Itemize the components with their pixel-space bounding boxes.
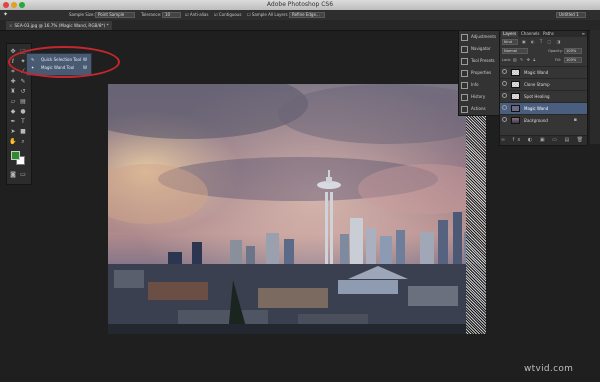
properties-icon bbox=[461, 69, 468, 77]
sample-all-layers-checkbox[interactable]: ☐ Sample All Layers bbox=[247, 10, 288, 20]
collapsed-panel-dock: Adjustments Navigator Tool Presets Prope… bbox=[458, 30, 500, 116]
layer-name: Clone Stamp bbox=[524, 82, 550, 87]
panel-tool-presets[interactable]: Tool Presets bbox=[461, 56, 499, 65]
layer-row[interactable]: Clone Stamp bbox=[500, 78, 587, 90]
anti-alias-checkbox[interactable]: ☑ Anti-alias bbox=[185, 10, 208, 20]
actions-icon bbox=[461, 105, 468, 113]
panel-navigator-label: Navigator bbox=[471, 46, 491, 51]
layer-row-selected[interactable]: Magic Wand bbox=[500, 102, 587, 114]
panel-properties[interactable]: Properties bbox=[461, 68, 499, 77]
layer-thumbnail bbox=[511, 69, 520, 76]
layer-thumbnail bbox=[511, 93, 520, 100]
panel-actions[interactable]: Actions bbox=[461, 104, 499, 113]
seattle-skyline-photo bbox=[108, 84, 486, 334]
sample-size-select[interactable]: Point Sample bbox=[95, 12, 135, 18]
blur-tool-icon[interactable]: ◆ bbox=[9, 108, 17, 115]
visibility-eye-icon[interactable] bbox=[502, 93, 507, 98]
opacity-label: Opacity: bbox=[548, 49, 563, 53]
panel-adjustments-label: Adjustments bbox=[471, 34, 497, 39]
layers-footer-icons[interactable]: ∞ fx ◐ ▣ ▭ ▤ 🗑︎ bbox=[500, 135, 587, 145]
gradient-tool-icon[interactable]: ▤ bbox=[19, 98, 27, 105]
layer-row[interactable]: Spot Healing bbox=[500, 90, 587, 102]
marching-ants-selection bbox=[466, 110, 486, 334]
panel-menu-icon[interactable]: ≡ bbox=[582, 31, 585, 37]
brush-tool-icon[interactable]: ✎ bbox=[19, 78, 27, 85]
contiguous-label: Contiguous bbox=[218, 12, 242, 17]
sample-all-layers-label: Sample All Layers bbox=[251, 12, 288, 17]
clone-stamp-tool-icon[interactable]: ♜ bbox=[9, 88, 17, 95]
tab-channels[interactable]: Channels bbox=[519, 31, 542, 37]
navigator-icon bbox=[461, 45, 468, 53]
document-tab-label: SEA-03.jpg @ 16.7% (Magic Wand, RGB/8*) … bbox=[14, 23, 109, 28]
lock-icons[interactable]: ▨ ✎ ✥ 🔒︎ bbox=[513, 57, 536, 63]
history-icon bbox=[461, 93, 468, 101]
highlight-circle bbox=[8, 46, 120, 78]
tolerance-label: Tolerance: bbox=[141, 12, 162, 17]
fill-input[interactable]: 100% bbox=[564, 57, 582, 63]
layer-row[interactable]: Background ▪ bbox=[500, 114, 587, 126]
fill-label: Fill: bbox=[555, 58, 562, 62]
visibility-eye-icon[interactable] bbox=[502, 117, 507, 122]
close-tab-icon[interactable]: × bbox=[9, 23, 13, 28]
dodge-tool-icon[interactable]: ● bbox=[19, 108, 27, 115]
blend-mode-select[interactable]: Normal bbox=[502, 48, 528, 54]
quick-mask-icon[interactable]: ◙ bbox=[9, 171, 17, 178]
layers-panel: Layers Channels Paths ≡ Kind ▣ ◐ T ▢ ◨ N… bbox=[499, 30, 588, 146]
panel-adjustments[interactable]: Adjustments bbox=[461, 32, 499, 41]
lock-icon: ▪ bbox=[573, 117, 577, 123]
layer-name: Magic Wand bbox=[524, 106, 549, 111]
panel-history[interactable]: History bbox=[461, 92, 499, 101]
layer-thumbnail bbox=[511, 117, 520, 124]
type-tool-icon[interactable]: T bbox=[19, 118, 27, 125]
hand-tool-icon[interactable]: ✋ bbox=[9, 138, 17, 145]
magic-wand-icon[interactable]: ✦ bbox=[3, 10, 8, 20]
layer-row[interactable]: Magic Wand bbox=[500, 66, 587, 78]
contiguous-checkbox[interactable]: ☑ Contiguous bbox=[214, 10, 241, 20]
panel-info[interactable]: Info bbox=[461, 80, 499, 89]
tolerance-input[interactable]: 10 bbox=[162, 12, 181, 18]
opacity-input[interactable]: 100% bbox=[564, 48, 582, 54]
window-title: Adobe Photoshop CS6 bbox=[266, 1, 334, 8]
history-brush-tool-icon[interactable]: ↺ bbox=[19, 88, 27, 95]
document-canvas-image[interactable] bbox=[108, 84, 486, 334]
tab-paths[interactable]: Paths bbox=[541, 31, 556, 37]
visibility-eye-icon[interactable] bbox=[502, 81, 507, 86]
layer-thumbnail bbox=[511, 81, 520, 88]
layer-filter-icons[interactable]: ▣ ◐ T ▢ ◨ bbox=[522, 39, 562, 44]
panel-collapse-strip bbox=[590, 30, 600, 144]
layer-name: Background bbox=[524, 118, 548, 123]
document-tab[interactable]: × SEA-03.jpg @ 16.7% (Magic Wand, RGB/8*)… bbox=[6, 21, 112, 30]
panel-tool-presets-label: Tool Presets bbox=[471, 58, 495, 63]
watermark: wtvid.com bbox=[524, 364, 574, 374]
panel-navigator[interactable]: Navigator bbox=[461, 44, 499, 53]
adjustments-icon bbox=[461, 33, 468, 41]
layer-filter-kind-select[interactable]: Kind bbox=[502, 39, 518, 45]
screen-mode-icon[interactable]: ▭ bbox=[19, 171, 27, 178]
spot-healing-tool-icon[interactable]: ✚ bbox=[9, 78, 17, 85]
lock-label: Lock: bbox=[502, 58, 512, 62]
layer-thumbnail bbox=[511, 105, 520, 112]
layer-name: Spot Healing bbox=[524, 94, 550, 99]
foreground-color-swatch[interactable] bbox=[11, 151, 20, 160]
info-icon bbox=[461, 81, 468, 89]
tool-presets-icon bbox=[461, 57, 468, 65]
anti-alias-label: Anti-alias bbox=[189, 12, 209, 17]
pen-tool-icon[interactable]: ✒ bbox=[9, 118, 17, 125]
visibility-eye-icon[interactable] bbox=[502, 105, 507, 110]
sample-size-label: Sample Size: bbox=[69, 12, 95, 17]
zoom-tool-icon[interactable]: ⌕ bbox=[19, 138, 27, 145]
panel-history-label: History bbox=[471, 94, 486, 99]
workspace-select[interactable]: Untitled 1 bbox=[556, 12, 586, 18]
tab-layers[interactable]: Layers bbox=[501, 31, 519, 37]
shape-tool-icon[interactable]: ■ bbox=[19, 128, 27, 135]
eraser-tool-icon[interactable]: ▱ bbox=[9, 98, 17, 105]
panel-properties-label: Properties bbox=[471, 70, 492, 75]
panel-info-label: Info bbox=[471, 82, 479, 87]
panel-actions-label: Actions bbox=[471, 106, 486, 111]
path-selection-tool-icon[interactable]: ➤ bbox=[9, 128, 17, 135]
layer-name: Magic Wand bbox=[524, 70, 549, 75]
refine-edge-button[interactable]: Refine Edge... bbox=[289, 12, 325, 18]
visibility-eye-icon[interactable] bbox=[502, 69, 507, 74]
